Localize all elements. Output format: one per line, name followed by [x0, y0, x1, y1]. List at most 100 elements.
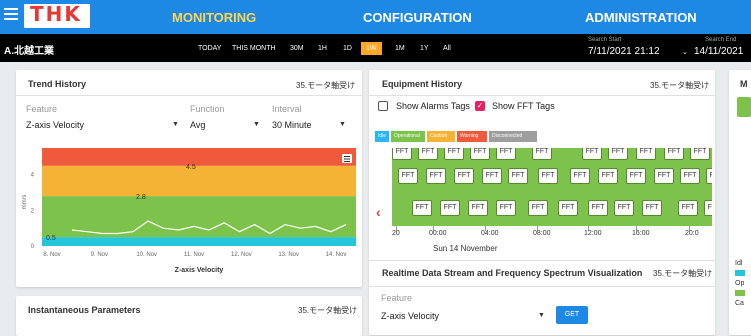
range-all[interactable]: All	[443, 45, 451, 52]
timeline-tick-label: 04:00	[481, 230, 499, 237]
fft-tag[interactable]: FFT	[398, 168, 418, 184]
partial-green-button[interactable]	[737, 97, 751, 117]
chevron-down-icon[interactable]: ⌄	[682, 48, 688, 56]
nav-configuration[interactable]: CONFIGURATION	[363, 10, 472, 25]
search-end-input[interactable]: 14/11/2021	[694, 46, 743, 57]
show-alarms-checkbox[interactable]	[378, 101, 388, 111]
show-fft-label: Show FFT Tags	[492, 101, 555, 111]
divider	[369, 95, 715, 96]
function-select[interactable]: Avg	[190, 120, 205, 130]
timeline-area: FFT FFT FFT FFT FFT FFT FFT FFT FFT FFT FFT FFT FFT F…	[392, 148, 712, 226]
range-1y[interactable]: 1Y	[420, 45, 429, 52]
x-tick-label: 12. Nov	[231, 252, 252, 258]
chevron-left-icon[interactable]: ‹	[376, 204, 381, 220]
interval-select[interactable]: 30 Minute	[272, 120, 312, 130]
fft-tag[interactable]: FFT	[690, 148, 710, 160]
fft-tag[interactable]: FFT	[706, 168, 712, 184]
range-this-month[interactable]: THIS MONTH	[232, 45, 276, 52]
fft-tag[interactable]: FFT	[528, 200, 548, 216]
band-label: 0.5	[46, 235, 56, 242]
filter-bar: A.北越工業 TODAY THIS MONTH 30M 1H 1D 1W 1M …	[0, 34, 751, 62]
fft-tag[interactable]: FFT	[608, 148, 628, 160]
search-end-label: Search End	[705, 37, 737, 43]
fft-tag[interactable]: FFT	[444, 148, 464, 160]
show-alarms-label: Show Alarms Tags	[396, 101, 470, 111]
caret-down-icon[interactable]: ▼	[172, 121, 179, 128]
show-fft-checkbox[interactable]: ✓	[475, 101, 485, 111]
feature-label: Feature	[26, 104, 58, 114]
fft-tag[interactable]: FFT	[598, 168, 618, 184]
fft-tag[interactable]: FFT	[496, 200, 516, 216]
chart-menu-icon-bar	[344, 158, 350, 160]
range-1d[interactable]: 1D	[343, 45, 352, 52]
legend-chip-warning: Warning	[457, 131, 487, 142]
x-tick-label: 14. Nov	[326, 252, 347, 258]
realtime-feature-select[interactable]: Z-axis Velocity	[381, 311, 439, 321]
range-today[interactable]: TODAY	[198, 45, 221, 52]
logo-text: THK	[30, 2, 82, 26]
fft-tag[interactable]: FFT	[654, 168, 674, 184]
fft-tag[interactable]: FFT	[482, 168, 502, 184]
fft-tag[interactable]: FFT	[470, 148, 490, 160]
threshold-band-0	[42, 237, 356, 246]
y-tick-label: 0	[31, 244, 35, 250]
range-1h[interactable]: 1H	[318, 45, 327, 52]
band-label: 4.5	[186, 164, 196, 171]
fft-tag[interactable]: FFT	[558, 200, 578, 216]
fft-tag[interactable]: FFT	[678, 200, 698, 216]
caret-down-icon[interactable]: ▼	[253, 121, 260, 128]
fft-tag[interactable]: FFT	[588, 200, 608, 216]
fft-tag[interactable]: FFT	[532, 148, 552, 160]
feature-select[interactable]: Z-axis Velocity	[26, 120, 84, 130]
threshold-band-3	[42, 148, 356, 166]
fft-tag[interactable]: FFT	[664, 148, 684, 160]
search-start-input[interactable]: 7/11/2021 21:12	[588, 46, 660, 57]
y-tick-label: 4	[31, 173, 35, 179]
fft-tag[interactable]: FFT	[418, 148, 438, 160]
fft-tag[interactable]: FFT	[538, 168, 558, 184]
fft-tag[interactable]: FFT	[468, 200, 488, 216]
fft-tag[interactable]: FFT	[440, 200, 460, 216]
fft-tag[interactable]: FFT	[496, 148, 516, 160]
divider	[369, 260, 715, 261]
fft-tag[interactable]: FFT	[636, 148, 656, 160]
partial-legend-swatch	[735, 290, 745, 296]
chart-menu-icon-bar	[344, 161, 350, 162]
fft-tag[interactable]: FFT	[680, 168, 700, 184]
band-label: 2.8	[136, 194, 146, 201]
nav-monitoring[interactable]: MONITORING	[172, 10, 256, 25]
range-30m[interactable]: 30M	[290, 45, 304, 52]
hamburger-menu-icon[interactable]	[4, 8, 18, 22]
x-tick-label: 9. Nov	[91, 252, 108, 258]
function-label: Function	[190, 104, 225, 114]
legend-chip-disconnected: Disconnected	[489, 131, 537, 142]
caret-down-icon[interactable]: ▼	[538, 312, 545, 319]
threshold-band-1	[42, 196, 356, 238]
timeline-tick-label: 20	[392, 230, 400, 237]
get-button[interactable]: GET	[556, 306, 588, 324]
caret-down-icon[interactable]: ▼	[339, 121, 346, 128]
realtime-feature-label: Feature	[381, 293, 413, 303]
company-name: A.北越工業	[4, 46, 54, 57]
chart-menu-icon-bar	[344, 156, 350, 157]
fft-tag[interactable]: FFT	[704, 200, 712, 216]
range-1w[interactable]: 1W	[361, 42, 382, 55]
y-axis-label: mm/s	[22, 195, 28, 210]
fft-tag[interactable]: FFT	[582, 148, 602, 160]
fft-tag[interactable]: FFT	[642, 200, 662, 216]
fft-tag[interactable]: FFT	[570, 168, 590, 184]
fft-tag[interactable]: FFT	[454, 168, 474, 184]
range-1m[interactable]: 1M	[395, 45, 405, 52]
equipment-tag: 35.モータ軸受け	[650, 81, 710, 90]
timeline-date: Sun 14 November	[433, 244, 498, 253]
fft-tag[interactable]: FFT	[626, 168, 646, 184]
fft-tag[interactable]: FFT	[412, 200, 432, 216]
fft-tag[interactable]: FFT	[508, 168, 528, 184]
fft-tag[interactable]: FFT	[426, 168, 446, 184]
fft-tag[interactable]: FFT	[392, 148, 412, 160]
partial-legend-ca: Ca	[735, 300, 744, 307]
timeline-tick-label: 20:0	[685, 230, 699, 237]
fft-tag[interactable]: FFT	[614, 200, 634, 216]
nav-administration[interactable]: ADMINISTRATION	[585, 10, 697, 25]
realtime-tag: 35.モータ軸受け	[653, 269, 713, 278]
